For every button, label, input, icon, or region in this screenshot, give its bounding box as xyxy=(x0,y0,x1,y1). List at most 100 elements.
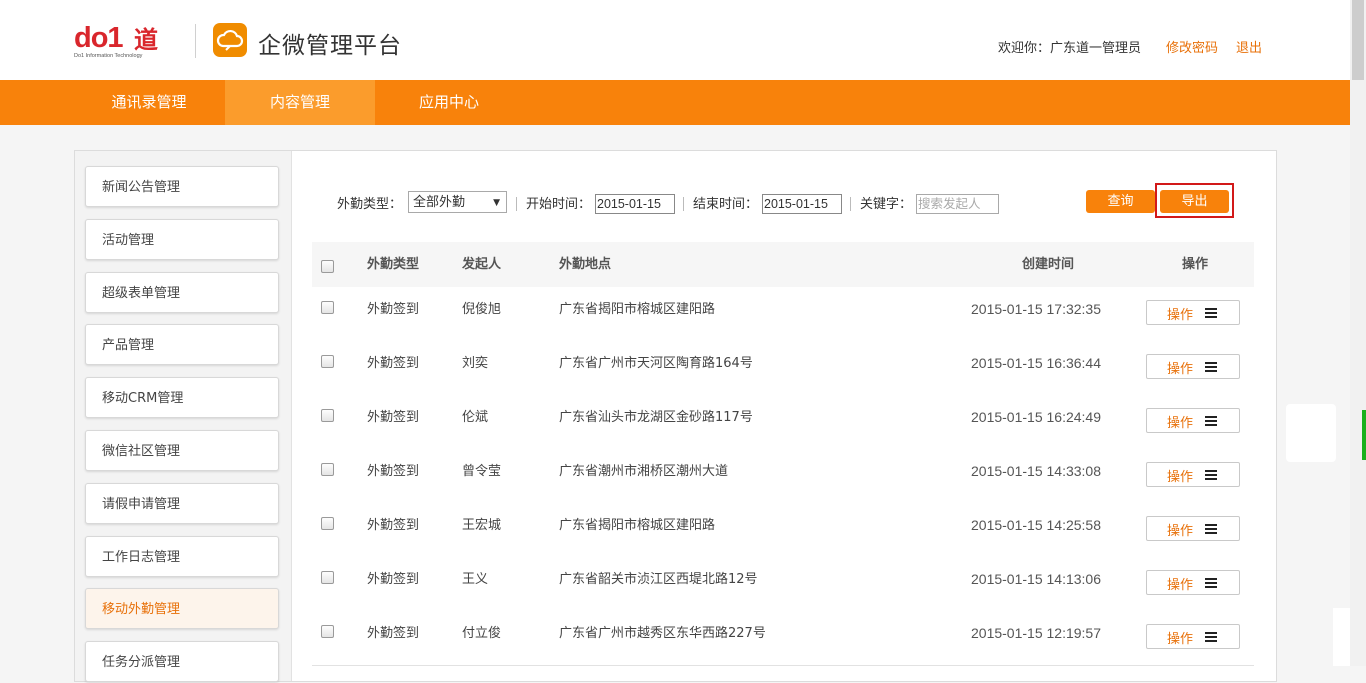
table-row: 外勤签到 付立俊 广东省广州市越秀区东华西路227号 2015-01-15 12… xyxy=(312,611,1254,666)
logout-link[interactable]: 退出 xyxy=(1236,37,1262,56)
cell-location: 广东省广州市天河区陶育路164号 xyxy=(559,356,753,371)
end-time-input[interactable]: 2015-01-15 xyxy=(762,194,842,214)
row-action-button[interactable]: 操作 xyxy=(1146,354,1240,379)
dropdown-arrow-icon: ▼ xyxy=(493,198,500,208)
column-header: 操作 xyxy=(1182,257,1209,272)
row-action-button[interactable]: 操作 xyxy=(1146,570,1240,595)
cell-location: 广东省揭阳市榕城区建阳路 xyxy=(559,518,716,533)
svg-text:Do1 Information Technology: Do1 Information Technology xyxy=(74,53,143,59)
row-checkbox[interactable] xyxy=(321,517,334,530)
sidebar-item-task[interactable]: 任务分派管理 xyxy=(85,641,279,682)
start-time-label: 开始时间： xyxy=(526,197,592,212)
table-row: 外勤签到 曾令莹 广东省潮州市湘桥区潮州大道 2015-01-15 14:33:… xyxy=(312,449,1254,504)
cell-location: 广东省揭阳市榕城区建阳路 xyxy=(559,302,716,317)
end-time-label: 结束时间： xyxy=(693,197,759,212)
action-label: 操作 xyxy=(1167,416,1194,431)
menu-icon xyxy=(1205,308,1217,318)
row-action-button[interactable]: 操作 xyxy=(1146,624,1240,649)
cell-type: 外勤签到 xyxy=(367,626,420,641)
cell-initiator: 刘奕 xyxy=(462,356,489,371)
nav-app-center[interactable]: 应用中心 xyxy=(374,80,524,125)
type-filter-value: 全部外勤 xyxy=(413,195,466,210)
main-panel: 新闻公告管理 活动管理 超级表单管理 产品管理 移动CRM管理 微信社区管理 请… xyxy=(74,150,1277,682)
column-header: 外勤地点 xyxy=(559,257,612,272)
cell-type: 外勤签到 xyxy=(367,356,420,371)
select-all-checkbox[interactable] xyxy=(321,260,334,273)
menu-icon xyxy=(1205,416,1217,426)
vertical-scrollbar[interactable] xyxy=(1350,0,1366,666)
sidebar-item-field-work[interactable]: 移动外勤管理 xyxy=(85,588,279,629)
query-button[interactable]: 查询 xyxy=(1086,190,1155,213)
sidebar-item-community[interactable]: 微信社区管理 xyxy=(85,430,279,471)
filter-divider xyxy=(683,197,684,211)
cell-created: 2015-01-15 16:24:49 xyxy=(971,409,1101,425)
cell-type: 外勤签到 xyxy=(367,572,420,587)
row-action-button[interactable]: 操作 xyxy=(1146,462,1240,487)
logo-divider xyxy=(195,24,196,58)
cell-initiator: 付立俊 xyxy=(462,626,502,641)
filter-divider xyxy=(516,197,517,211)
cell-created: 2015-01-15 14:25:58 xyxy=(971,517,1101,533)
row-checkbox[interactable] xyxy=(321,409,334,422)
app-title: 企微管理平台 xyxy=(258,33,402,59)
menu-icon xyxy=(1205,632,1217,642)
action-label: 操作 xyxy=(1167,362,1194,377)
row-action-button[interactable]: 操作 xyxy=(1146,300,1240,325)
nav-content[interactable]: 内容管理 xyxy=(225,80,375,125)
start-time-input[interactable]: 2015-01-15 xyxy=(595,194,675,214)
action-label: 操作 xyxy=(1167,470,1194,485)
scrollbar-thumb[interactable] xyxy=(1352,0,1364,80)
sidebar-item-leave[interactable]: 请假申请管理 xyxy=(85,483,279,524)
cell-location: 广东省汕头市龙湖区金砂路117号 xyxy=(559,410,753,425)
export-button[interactable]: 导出 xyxy=(1160,190,1229,213)
side-indicator xyxy=(1362,410,1366,460)
welcome-text: 欢迎你：广东道一管理员 xyxy=(998,41,1142,56)
action-label: 操作 xyxy=(1167,632,1194,647)
cell-type: 外勤签到 xyxy=(367,302,420,317)
action-label: 操作 xyxy=(1167,308,1194,323)
type-filter-select[interactable]: 全部外勤 ▼ xyxy=(408,191,507,213)
main-nav: 通讯录管理 内容管理 应用中心 xyxy=(0,80,1350,125)
sidebar-item-activity[interactable]: 活动管理 xyxy=(85,219,279,260)
table-row: 外勤签到 王宏城 广东省揭阳市榕城区建阳路 2015-01-15 14:25:5… xyxy=(312,503,1254,558)
row-checkbox[interactable] xyxy=(321,625,334,638)
do1-logo: do1 道 Do1 Information Technology xyxy=(74,22,158,59)
floating-widget[interactable] xyxy=(1286,404,1336,462)
row-action-button[interactable]: 操作 xyxy=(1146,516,1240,541)
table-row: 外勤签到 刘奕 广东省广州市天河区陶育路164号 2015-01-15 16:3… xyxy=(312,341,1254,396)
sidebar-item-news[interactable]: 新闻公告管理 xyxy=(85,166,279,207)
menu-icon xyxy=(1205,578,1217,588)
table-header: 外勤类型 发起人 外勤地点 创建时间 操作 xyxy=(312,242,1254,288)
cell-created: 2015-01-15 16:36:44 xyxy=(971,355,1101,371)
row-checkbox[interactable] xyxy=(321,571,334,584)
cloud-icon xyxy=(213,23,247,57)
change-password-link[interactable]: 修改密码 xyxy=(1166,37,1218,56)
sidebar-item-crm[interactable]: 移动CRM管理 xyxy=(85,377,279,418)
cell-location: 广东省广州市越秀区东华西路227号 xyxy=(559,626,766,641)
menu-icon xyxy=(1205,470,1217,480)
cell-created: 2015-01-15 17:32:35 xyxy=(971,301,1101,317)
column-header: 发起人 xyxy=(462,257,502,272)
nav-contacts[interactable]: 通讯录管理 xyxy=(74,80,224,125)
keyword-input[interactable]: 搜索发起人 xyxy=(916,194,999,214)
cell-initiator: 王义 xyxy=(462,572,489,587)
row-checkbox[interactable] xyxy=(321,463,334,476)
table-row: 外勤签到 倪俊旭 广东省揭阳市榕城区建阳路 2015-01-15 17:32:3… xyxy=(312,287,1254,342)
top-header: do1 道 Do1 Information Technology 企微管理平台 … xyxy=(0,0,1350,80)
cell-created: 2015-01-15 12:19:57 xyxy=(971,625,1101,641)
cell-type: 外勤签到 xyxy=(367,410,420,425)
sidebar-item-super-form[interactable]: 超级表单管理 xyxy=(85,272,279,313)
column-header: 创建时间 xyxy=(1022,257,1075,272)
table-row: 外勤签到 伦斌 广东省汕头市龙湖区金砂路117号 2015-01-15 16:2… xyxy=(312,395,1254,450)
row-action-button[interactable]: 操作 xyxy=(1146,408,1240,433)
sidebar-item-worklog[interactable]: 工作日志管理 xyxy=(85,536,279,577)
action-label: 操作 xyxy=(1167,578,1194,593)
row-checkbox[interactable] xyxy=(321,301,334,314)
keyword-label: 关键字： xyxy=(860,197,913,212)
cell-initiator: 倪俊旭 xyxy=(462,302,502,317)
cell-type: 外勤签到 xyxy=(367,464,420,479)
row-checkbox[interactable] xyxy=(321,355,334,368)
cell-created: 2015-01-15 14:33:08 xyxy=(971,463,1101,479)
sidebar-item-product[interactable]: 产品管理 xyxy=(85,324,279,365)
filter-divider xyxy=(850,197,851,211)
